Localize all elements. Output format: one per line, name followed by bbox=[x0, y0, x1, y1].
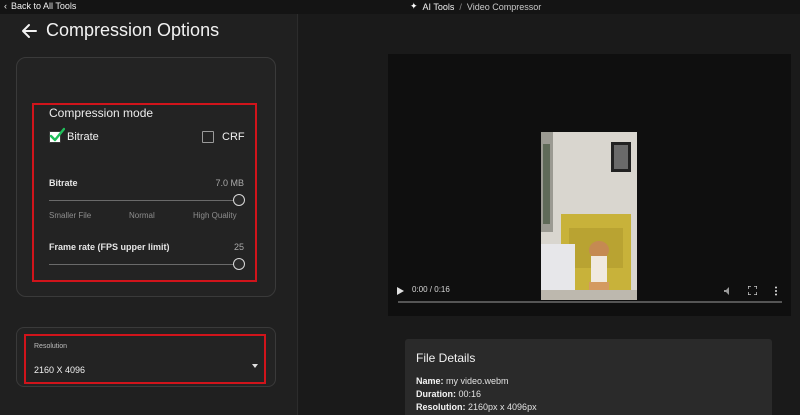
bitrate-slider-label: Bitrate bbox=[49, 178, 78, 188]
detail-value: my video.webm bbox=[446, 376, 509, 386]
detail-row-resolution: Resolution: 2160px x 4096px bbox=[416, 402, 537, 412]
arrow-left-icon[interactable] bbox=[20, 22, 38, 40]
breadcrumb-ai-tools[interactable]: AI Tools bbox=[423, 2, 455, 12]
back-to-all-tools-link[interactable]: ‹ Back to All Tools bbox=[4, 1, 76, 11]
breadcrumb-separator: / bbox=[459, 1, 462, 12]
framerate-slider-track[interactable] bbox=[49, 264, 239, 265]
framerate-slider-label: Frame rate (FPS upper limit) bbox=[49, 242, 170, 252]
detail-key: Duration: bbox=[416, 389, 456, 399]
sparkle-icon: ✦ bbox=[410, 1, 418, 11]
detail-row-duration: Duration: 00:16 bbox=[416, 389, 481, 399]
framerate-value: 25 bbox=[233, 242, 244, 252]
video-progress-bar[interactable] bbox=[398, 301, 782, 303]
scale-smaller-file: Smaller File bbox=[49, 211, 92, 220]
resolution-select[interactable]: 2160 X 4096 bbox=[34, 360, 260, 376]
page-title: Compression Options bbox=[46, 20, 220, 40]
compression-mode-label: Compression mode bbox=[49, 106, 154, 120]
breadcrumb-current: Video Compressor bbox=[466, 1, 542, 12]
video-time: 0:00 / 0:16 bbox=[412, 285, 450, 294]
detail-value: 2160px x 4096px bbox=[468, 402, 537, 412]
more-options-icon[interactable] bbox=[774, 286, 778, 296]
scale-high-quality: High Quality bbox=[193, 211, 237, 220]
framerate-slider-thumb[interactable] bbox=[233, 258, 245, 270]
video-frame-thumbnail bbox=[541, 132, 637, 300]
crf-mode-label: CRF bbox=[222, 131, 245, 143]
breadcrumb: ✦ AI Tools / Video Compressor bbox=[410, 1, 541, 12]
chevron-left-icon: ‹ bbox=[4, 1, 7, 11]
bitrate-value: 7.0 MB bbox=[215, 178, 244, 188]
play-icon[interactable] bbox=[397, 287, 404, 295]
detail-key: Name: bbox=[416, 376, 444, 386]
detail-key: Resolution: bbox=[416, 402, 466, 412]
caret-down-icon bbox=[252, 364, 258, 368]
top-bar: ‹ Back to All Tools ✦ AI Tools / Video C… bbox=[0, 0, 800, 14]
page-header: Compression Options bbox=[20, 20, 219, 41]
checkbox-unchecked[interactable] bbox=[202, 131, 214, 143]
bitrate-slider-track[interactable] bbox=[49, 200, 239, 201]
highlight-box bbox=[24, 334, 266, 384]
detail-value: 00:16 bbox=[458, 389, 482, 399]
highlight-box bbox=[32, 103, 257, 282]
checkmark-icon bbox=[49, 127, 65, 142]
crf-mode-checkbox[interactable]: CRF bbox=[202, 131, 245, 143]
volume-icon[interactable] bbox=[723, 286, 733, 296]
fullscreen-icon[interactable] bbox=[748, 286, 757, 295]
resolution-label: Resolution bbox=[34, 343, 68, 350]
file-details-title: File Details bbox=[416, 351, 476, 365]
back-link-label: Back to All Tools bbox=[11, 1, 77, 11]
detail-row-name: Name: my video.webm bbox=[416, 376, 509, 386]
bitrate-mode-label: Bitrate bbox=[67, 131, 99, 143]
bitrate-slider-thumb[interactable] bbox=[233, 194, 245, 206]
bitrate-mode-checkbox[interactable]: Bitrate bbox=[49, 127, 99, 143]
scale-normal: Normal bbox=[129, 211, 155, 220]
resolution-value: 2160 X 4096 bbox=[34, 365, 86, 375]
checkbox-checked[interactable] bbox=[49, 127, 65, 143]
